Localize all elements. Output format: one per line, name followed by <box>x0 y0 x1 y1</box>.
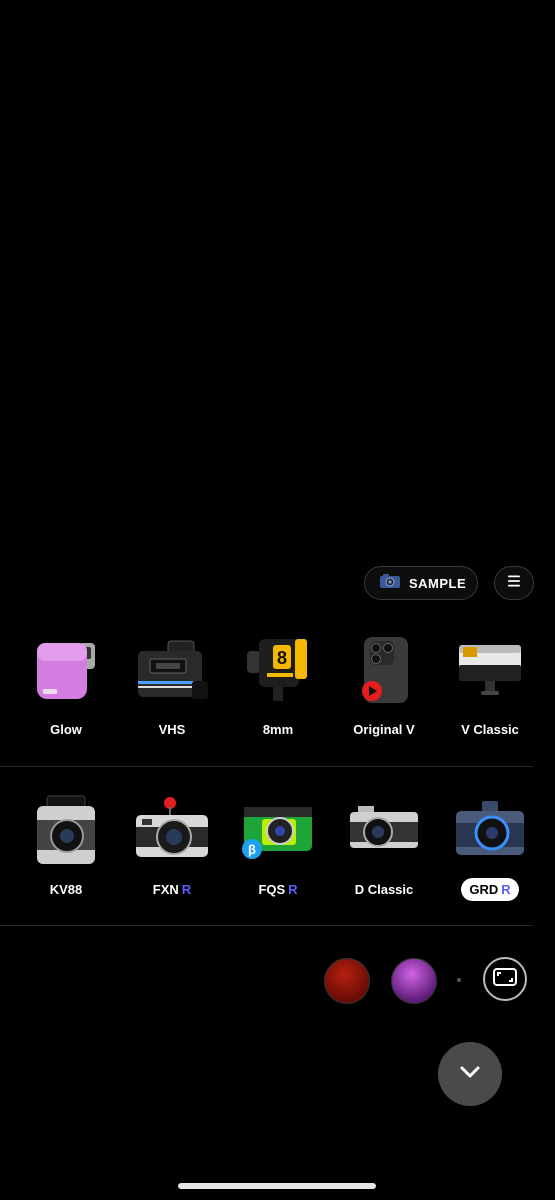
camera-label: V Classic <box>461 722 519 737</box>
camera-row-2: KV88 FXN R β FQS R D Classic GRD R <box>0 792 555 912</box>
camera-label: FXN <box>152 882 179 897</box>
camera-vhs[interactable]: VHS <box>122 632 222 737</box>
camera-label: VHS <box>158 722 186 737</box>
camera-fxn[interactable]: FXN R <box>122 792 222 897</box>
menu-button[interactable] <box>494 566 534 600</box>
camera-label: KV88 <box>49 882 83 897</box>
divider <box>0 766 533 767</box>
camera-original-v[interactable]: Original V <box>334 632 434 737</box>
svg-text:β: β <box>248 842 256 857</box>
camera-glow[interactable]: Glow <box>16 632 116 737</box>
vhs-camera-icon <box>122 632 222 708</box>
fqs-camera-icon: β <box>228 792 328 868</box>
r-badge: R <box>181 882 192 897</box>
v-classic-camera-icon <box>440 632 540 708</box>
phone-camera-icon <box>334 632 434 708</box>
camera-d-classic[interactable]: D Classic <box>334 792 434 897</box>
camera-label: D Classic <box>354 882 414 897</box>
glow-camera-icon <box>16 632 116 708</box>
fxn-camera-icon <box>122 792 222 868</box>
home-indicator[interactable] <box>178 1183 376 1189</box>
camera-icon <box>379 573 401 594</box>
aspect-ratio-button[interactable] <box>483 957 527 1001</box>
camera-v-classic[interactable]: V Classic <box>440 632 540 737</box>
r-badge: R <box>288 882 298 897</box>
grd-camera-icon <box>440 792 540 868</box>
aspect-ratio-icon <box>493 967 517 991</box>
camera-grd[interactable]: GRD R <box>440 792 540 901</box>
sample-button[interactable]: SAMPLE <box>364 566 478 600</box>
d-classic-camera-icon <box>334 792 434 868</box>
sample-label: SAMPLE <box>409 575 467 591</box>
red-filter-button[interactable] <box>324 958 370 1004</box>
camera-label: Glow <box>50 722 82 737</box>
bottom-controls <box>0 956 555 1006</box>
camera-label: 8mm <box>262 722 294 737</box>
camera-8mm[interactable]: 8 8mm <box>228 632 328 737</box>
purple-filter-button[interactable] <box>391 958 437 1004</box>
menu-icon <box>507 574 521 593</box>
svg-text:8: 8 <box>277 648 287 668</box>
camera-label: FQS <box>258 882 286 897</box>
camera-row-1: Glow VHS 8 8mm Original V V Classic <box>0 632 555 752</box>
separator-dot <box>457 978 461 982</box>
kv88-camera-icon <box>16 792 116 868</box>
camera-label: Original V <box>353 722 415 737</box>
divider <box>0 925 533 926</box>
collapse-button[interactable] <box>438 1042 502 1106</box>
r-badge: R <box>501 882 511 897</box>
chevron-down-icon <box>459 1065 481 1084</box>
viewfinder[interactable] <box>0 0 555 560</box>
selected-label-pill: GRD R <box>461 878 519 901</box>
camera-kv88[interactable]: KV88 <box>16 792 116 897</box>
8mm-camera-icon: 8 <box>228 632 328 708</box>
camera-label: GRD <box>469 882 499 897</box>
camera-fqs[interactable]: β FQS R <box>228 792 328 897</box>
